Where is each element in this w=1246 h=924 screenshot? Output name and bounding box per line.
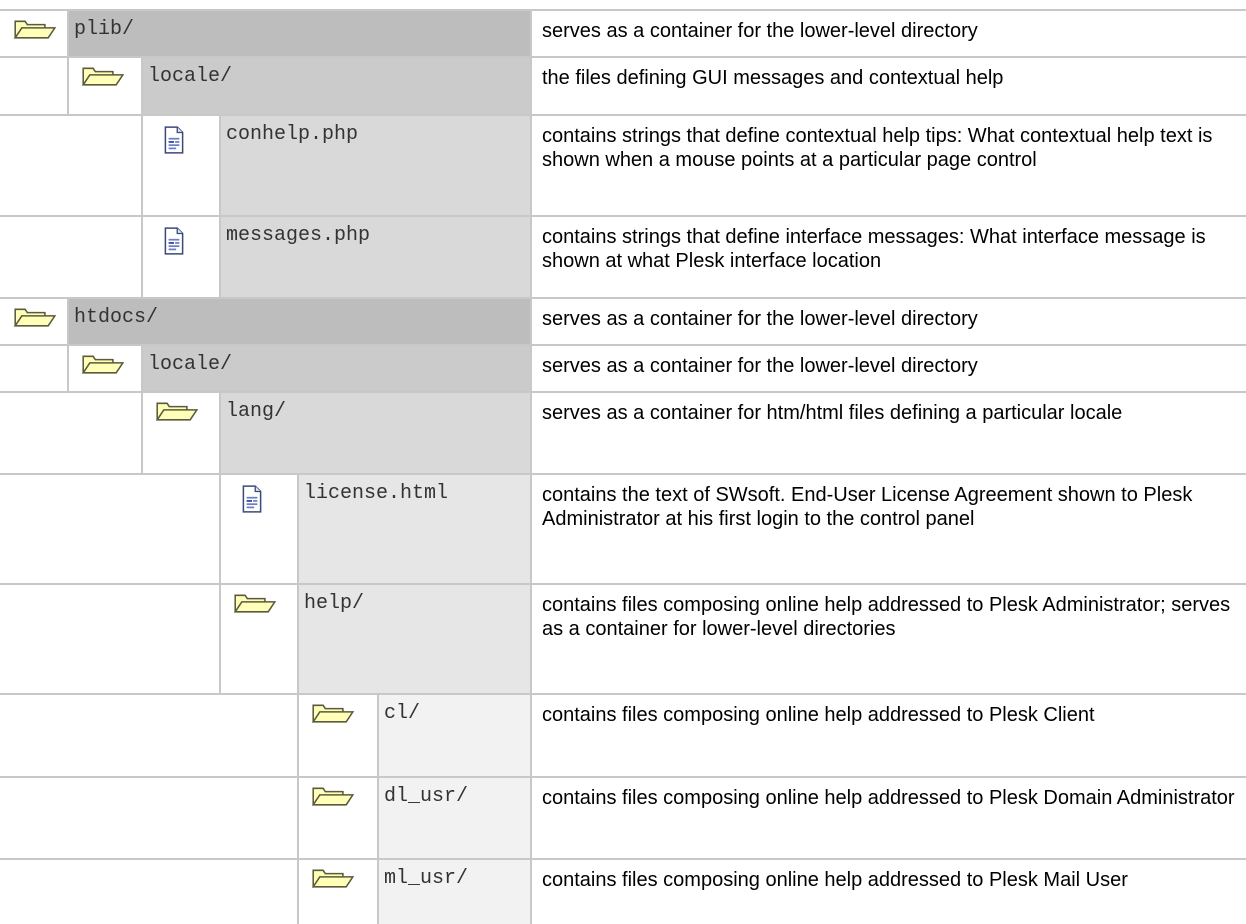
grid-line (377, 859, 379, 924)
folder-icon (154, 400, 200, 427)
grid-line (530, 694, 532, 777)
grid-line (141, 392, 143, 474)
file-name-cell: htdocs/ (68, 298, 530, 345)
folder-icon (310, 702, 356, 729)
description-cell: contains the text of SWsoft. End-User Li… (542, 484, 1193, 530)
file-name-cell: locale/ (142, 345, 530, 392)
grid-line (219, 115, 221, 216)
file-name-cell: dl_usr/ (378, 777, 530, 859)
grid-line (530, 777, 532, 859)
file-name-cell: help/ (298, 584, 530, 694)
description-cell: serves as a container for the lower-leve… (542, 355, 978, 377)
grid-line (219, 584, 221, 694)
description-cell: contains files composing online help add… (542, 869, 1128, 891)
document-icon (241, 485, 263, 518)
folder-icon (232, 592, 278, 619)
grid-line (0, 776, 1246, 778)
grid-line (530, 115, 532, 216)
grid-line (530, 10, 532, 57)
folder-icon (80, 353, 126, 380)
file-name-cell: messages.php (220, 216, 530, 298)
grid-line (377, 777, 379, 859)
grid-line (141, 216, 143, 298)
grid-line (67, 57, 69, 115)
file-name-cell: ml_usr/ (378, 859, 530, 924)
grid-line (219, 474, 221, 584)
folder-icon (310, 785, 356, 812)
file-name-cell: license.html (298, 474, 530, 584)
grid-line (219, 216, 221, 298)
grid-line (0, 473, 1246, 475)
document-icon (163, 227, 185, 260)
grid-line (297, 474, 299, 584)
grid-line (297, 694, 299, 777)
description-cell: serves as a container for htm/html files… (542, 402, 1123, 424)
grid-line (377, 694, 379, 777)
description-cell: contains files composing online help add… (542, 704, 1095, 726)
grid-line (0, 9, 1246, 11)
description-cell: serves as a container for the lower-leve… (542, 308, 978, 330)
description-cell: contains strings that define contextual … (542, 125, 1213, 171)
file-name-cell: plib/ (68, 10, 530, 57)
description-cell: the files defining GUI messages and cont… (542, 67, 1004, 89)
grid-line (0, 391, 1246, 393)
grid-line (0, 56, 1246, 58)
grid-line (141, 345, 143, 392)
grid-line (67, 298, 69, 345)
description-cell: serves as a container for the lower-leve… (542, 20, 978, 42)
grid-line (0, 583, 1246, 585)
file-name-cell: cl/ (378, 694, 530, 777)
grid-line (0, 114, 1246, 116)
grid-line (0, 297, 1246, 299)
grid-line (530, 216, 532, 298)
grid-line (0, 215, 1246, 217)
grid-line (530, 57, 532, 115)
grid-line (297, 777, 299, 859)
grid-line (530, 584, 532, 694)
grid-line (0, 858, 1246, 860)
grid-line (297, 859, 299, 924)
grid-line (0, 344, 1246, 346)
grid-line (0, 693, 1246, 695)
grid-line (530, 859, 532, 924)
description-cell: contains files composing online help add… (542, 787, 1235, 809)
description-cell: contains strings that define interface m… (542, 226, 1206, 272)
folder-icon (12, 18, 58, 45)
description-cell: contains files composing online help add… (542, 594, 1231, 640)
folder-icon (310, 867, 356, 894)
folder-icon (12, 306, 58, 333)
grid-line (67, 345, 69, 392)
document-icon (163, 126, 185, 159)
file-name-cell: conhelp.php (220, 115, 530, 216)
grid-line (530, 474, 532, 584)
grid-line (530, 298, 532, 345)
grid-line (219, 392, 221, 474)
grid-line (530, 345, 532, 392)
file-name-cell: locale/ (142, 57, 530, 115)
folder-icon (80, 65, 126, 92)
grid-line (141, 115, 143, 216)
grid-line (67, 10, 69, 57)
file-name-cell: lang/ (220, 392, 530, 474)
grid-line (530, 392, 532, 474)
directory-structure-table: plib/serves as a container for the lower… (0, 0, 1246, 924)
grid-line (297, 584, 299, 694)
grid-line (141, 57, 143, 115)
